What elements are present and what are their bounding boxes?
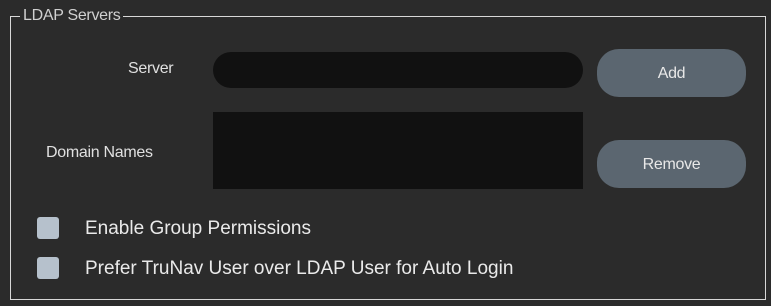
server-label: Server xyxy=(128,60,174,77)
domain-names-label: Domain Names xyxy=(46,144,153,161)
add-button[interactable]: Add xyxy=(597,49,746,97)
domain-names-list[interactable] xyxy=(213,112,583,189)
prefer-trunav-user-checkbox[interactable] xyxy=(37,257,59,279)
remove-button[interactable]: Remove xyxy=(597,140,746,188)
ldap-servers-panel: LDAP Servers Server Add Domain Names Rem… xyxy=(0,0,771,306)
group-title: LDAP Servers xyxy=(20,7,124,25)
enable-group-permissions-checkbox[interactable] xyxy=(37,217,59,239)
server-input[interactable] xyxy=(213,52,583,88)
prefer-trunav-user-label: Prefer TruNav User over LDAP User for Au… xyxy=(85,258,514,279)
enable-group-permissions-label: Enable Group Permissions xyxy=(85,218,311,239)
